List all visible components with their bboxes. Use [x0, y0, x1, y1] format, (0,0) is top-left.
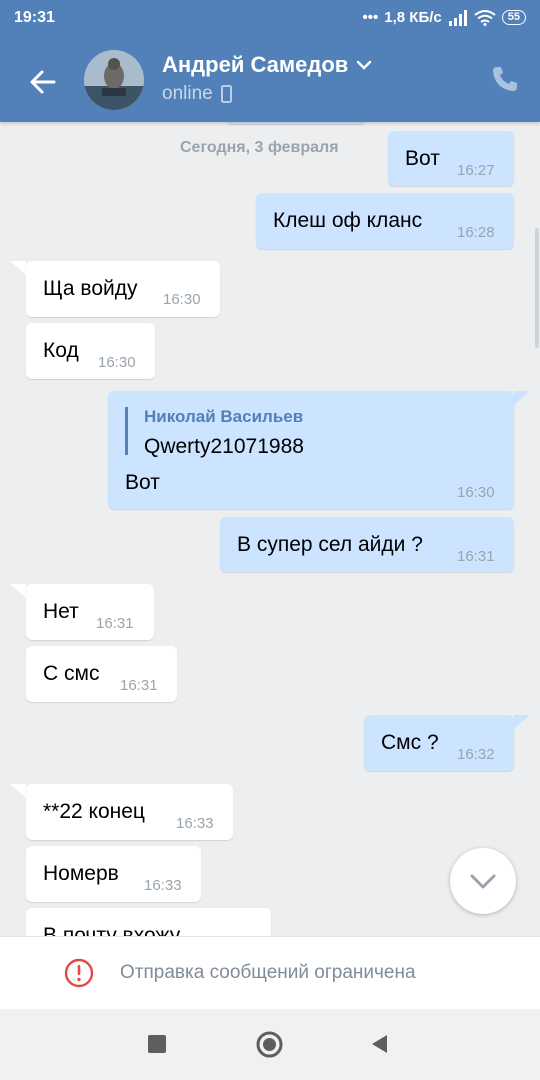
- back-triangle-icon[interactable]: [370, 1034, 388, 1054]
- back-arrow-icon[interactable]: [24, 64, 60, 100]
- contact-name[interactable]: Андрей Самедов: [162, 52, 348, 78]
- message-bubble[interactable]: Ща войду 16:30: [26, 261, 220, 317]
- message-bubble[interactable]: Клеш оф кланс 16:28: [256, 193, 514, 249]
- message-text: **22 конец: [43, 800, 145, 823]
- signal-icon: [448, 9, 467, 26]
- warning-icon: [64, 958, 94, 988]
- message-time: 16:31: [120, 677, 158, 694]
- avatar[interactable]: [84, 50, 144, 110]
- message-time: 16:30: [457, 484, 495, 501]
- message-text: Вот: [125, 471, 160, 494]
- message-bubble[interactable]: Код 16:30: [26, 323, 155, 379]
- bubble-tail: [514, 391, 530, 405]
- message-text: Вот: [405, 147, 440, 170]
- quote-author[interactable]: Николай Васильев: [144, 407, 303, 427]
- contact-name-row[interactable]: Андрей Самедов: [162, 52, 372, 78]
- message-bubble[interactable]: В супер сел айди ? 16:31: [220, 517, 514, 572]
- chat-header: Андрей Самедов online: [0, 36, 540, 122]
- message-text: Номерв: [43, 862, 119, 885]
- bubble-tail: [10, 261, 26, 275]
- message-time: 16:27: [457, 162, 495, 179]
- presence-label: online: [162, 83, 213, 104]
- message-time: 16:28: [457, 224, 495, 241]
- bubble-tail: [10, 584, 26, 598]
- scrollbar[interactable]: [535, 228, 539, 348]
- quote-bar: [125, 407, 128, 455]
- quote-text: Qwerty21071988: [144, 435, 304, 458]
- battery-icon: 55: [501, 10, 526, 25]
- message-bubble[interactable]: В почту вхожу: [26, 908, 271, 936]
- bubble-tail: [514, 715, 530, 729]
- chevron-down-icon[interactable]: [356, 60, 372, 70]
- message-text: С смс: [43, 662, 100, 685]
- recents-icon[interactable]: [148, 1035, 166, 1053]
- status-bar: 19:31 ••• 1,8 КБ/с 55: [0, 0, 540, 36]
- phone-icon[interactable]: [490, 64, 520, 94]
- scroll-to-bottom-button[interactable]: [450, 848, 516, 914]
- message-time: 16:31: [457, 548, 495, 565]
- message-bubble[interactable]: Номерв 16:33: [26, 846, 201, 902]
- message-bubble[interactable]: Нет 16:31: [26, 584, 154, 640]
- message-list[interactable]: Сегодня, 3 февраля Вот 16:27 Клеш оф кла…: [0, 122, 540, 936]
- status-time: 19:31: [14, 9, 55, 26]
- message-bubble[interactable]: Вот 16:27: [388, 131, 514, 186]
- message-text: В супер сел айди ?: [237, 533, 423, 556]
- wifi-icon: [474, 9, 496, 26]
- restricted-notice: Отправка сообщений ограничена: [120, 962, 416, 983]
- message-bubble[interactable]: Николай Васильев Qwerty21071988 Вот 16:3…: [108, 391, 514, 509]
- network-speed: 1,8 КБ/с: [384, 9, 442, 26]
- message-time: 16:33: [144, 877, 182, 894]
- navigation-bar: [0, 1008, 540, 1080]
- message-text: Ща войду: [43, 277, 138, 300]
- message-text: Клеш оф кланс: [273, 209, 423, 232]
- message-text: Код: [43, 339, 79, 362]
- message-bubble[interactable]: С смс 16:31: [26, 646, 177, 702]
- message-bubble[interactable]: [226, 122, 366, 124]
- message-bubble[interactable]: **22 конец 16:33: [26, 784, 233, 840]
- status-icons: ••• 1,8 КБ/с 55: [363, 9, 526, 26]
- chevron-down-icon: [470, 874, 496, 889]
- message-text: Смс ?: [381, 731, 439, 754]
- message-text: Нет: [43, 600, 79, 623]
- message-time: 16:31: [96, 615, 134, 632]
- message-time: 16:32: [457, 746, 495, 763]
- presence-status: online: [162, 83, 232, 105]
- message-text: В почту вхожу: [43, 924, 181, 936]
- mobile-device-icon: [220, 85, 232, 103]
- bubble-tail: [10, 784, 26, 798]
- message-time: 16:30: [163, 291, 201, 308]
- status-dots: •••: [362, 9, 379, 26]
- message-time: 16:30: [98, 354, 136, 371]
- message-time: 16:33: [176, 815, 214, 832]
- message-bubble[interactable]: Смс ? 16:32: [364, 715, 514, 771]
- compose-restricted-bar: Отправка сообщений ограничена: [0, 936, 540, 1009]
- date-separator: Сегодня, 3 февраля: [180, 139, 339, 156]
- home-icon[interactable]: [256, 1031, 283, 1058]
